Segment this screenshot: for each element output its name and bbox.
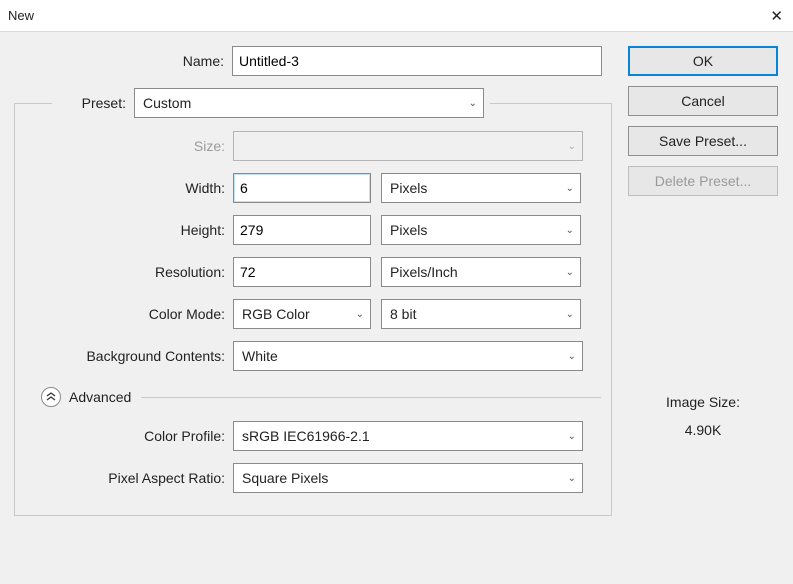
- width-unit-value: Pixels: [390, 180, 558, 196]
- close-icon[interactable]: ✕: [743, 7, 783, 25]
- height-input[interactable]: [233, 215, 371, 245]
- size-label: Size:: [15, 138, 233, 154]
- name-label: Name:: [14, 53, 232, 69]
- color-mode-label: Color Mode:: [15, 306, 233, 322]
- preset-group: Preset: Custom ⌄ Size: ⌄ Width:: [14, 88, 612, 516]
- preset-label: Preset:: [14, 95, 134, 111]
- advanced-collapse-icon[interactable]: [41, 387, 61, 407]
- color-profile-value: sRGB IEC61966-2.1: [242, 428, 560, 444]
- color-depth-value: 8 bit: [390, 306, 558, 322]
- resolution-unit-select[interactable]: Pixels/Inch ⌄: [381, 257, 581, 287]
- color-profile-label: Color Profile:: [15, 428, 233, 444]
- chevron-down-icon: ⌄: [568, 473, 576, 484]
- height-label: Height:: [15, 222, 233, 238]
- color-mode-value: RGB Color: [242, 306, 348, 322]
- main-panel: Name: Preset: Custom ⌄ Size:: [14, 46, 612, 516]
- bg-contents-label: Background Contents:: [15, 348, 233, 364]
- cancel-button[interactable]: Cancel: [628, 86, 778, 116]
- ok-button[interactable]: OK: [628, 46, 778, 76]
- pixel-aspect-row: Pixel Aspect Ratio: Square Pixels ⌄: [15, 463, 601, 493]
- resolution-unit-value: Pixels/Inch: [390, 264, 558, 280]
- height-row: Height: Pixels ⌄: [15, 215, 601, 245]
- width-label: Width:: [15, 180, 233, 196]
- pixel-aspect-value: Square Pixels: [242, 470, 560, 486]
- image-size-info: Image Size: 4.90K: [628, 394, 778, 438]
- preset-row: Preset: Custom ⌄: [14, 88, 612, 118]
- height-unit-select[interactable]: Pixels ⌄: [381, 215, 581, 245]
- right-panel: OK Cancel Save Preset... Delete Preset..…: [628, 46, 778, 438]
- window-title: New: [8, 8, 34, 23]
- image-size-value: 4.90K: [628, 422, 778, 438]
- delete-preset-button: Delete Preset...: [628, 166, 778, 196]
- chevron-down-icon: ⌄: [568, 141, 576, 152]
- preset-value: Custom: [143, 95, 461, 111]
- bg-contents-row: Background Contents: White ⌄: [15, 341, 601, 371]
- color-mode-select[interactable]: RGB Color ⌄: [233, 299, 371, 329]
- name-row: Name:: [14, 46, 612, 76]
- size-row: Size: ⌄: [15, 131, 601, 161]
- chevron-down-icon: ⌄: [566, 183, 574, 194]
- image-size-label: Image Size:: [628, 394, 778, 410]
- preset-select[interactable]: Custom ⌄: [134, 88, 484, 118]
- size-select: ⌄: [233, 131, 583, 161]
- settings-frame: Size: ⌄ Width: Pixels ⌄: [14, 103, 612, 516]
- chevron-down-icon: ⌄: [568, 431, 576, 442]
- resolution-row: Resolution: Pixels/Inch ⌄: [15, 257, 601, 287]
- bg-contents-select[interactable]: White ⌄: [233, 341, 583, 371]
- color-mode-row: Color Mode: RGB Color ⌄ 8 bit ⌄: [15, 299, 601, 329]
- chevron-down-icon: ⌄: [566, 309, 574, 320]
- save-preset-button[interactable]: Save Preset...: [628, 126, 778, 156]
- chevron-down-icon: ⌄: [469, 98, 477, 109]
- width-unit-select[interactable]: Pixels ⌄: [381, 173, 581, 203]
- pixel-aspect-select[interactable]: Square Pixels ⌄: [233, 463, 583, 493]
- pixel-aspect-label: Pixel Aspect Ratio:: [15, 470, 233, 486]
- chevron-down-icon: ⌄: [566, 267, 574, 278]
- advanced-divider: [141, 397, 601, 398]
- dialog-body: Name: Preset: Custom ⌄ Size:: [0, 32, 793, 58]
- width-row: Width: Pixels ⌄: [15, 173, 601, 203]
- width-input[interactable]: [233, 173, 371, 203]
- bg-contents-value: White: [242, 348, 560, 364]
- resolution-input[interactable]: [233, 257, 371, 287]
- name-input[interactable]: [232, 46, 602, 76]
- chevron-down-icon: ⌄: [568, 351, 576, 362]
- color-depth-select[interactable]: 8 bit ⌄: [381, 299, 581, 329]
- titlebar: New ✕: [0, 0, 793, 32]
- chevron-down-icon: ⌄: [566, 225, 574, 236]
- height-unit-value: Pixels: [390, 222, 558, 238]
- color-profile-select[interactable]: sRGB IEC61966-2.1 ⌄: [233, 421, 583, 451]
- advanced-label: Advanced: [69, 389, 131, 405]
- color-profile-row: Color Profile: sRGB IEC61966-2.1 ⌄: [15, 421, 601, 451]
- resolution-label: Resolution:: [15, 264, 233, 280]
- double-chevron-up-icon: [46, 392, 56, 402]
- chevron-down-icon: ⌄: [356, 309, 364, 320]
- advanced-header: Advanced: [15, 387, 601, 407]
